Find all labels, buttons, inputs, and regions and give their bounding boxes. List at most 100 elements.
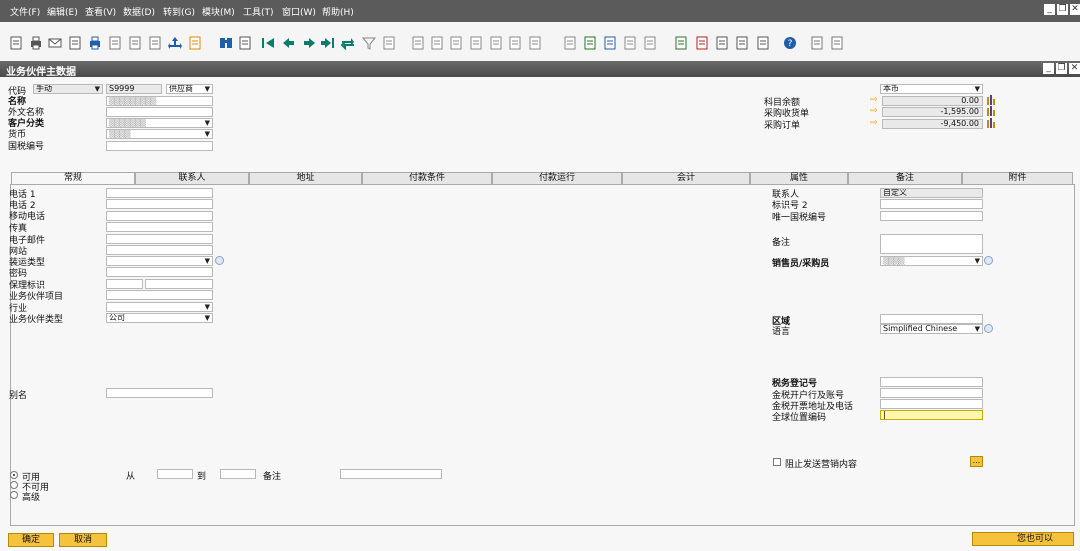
export-icon[interactable] — [108, 36, 122, 50]
code-field[interactable]: S9999 — [106, 84, 162, 94]
tab-accounting[interactable]: 会计 — [622, 172, 750, 184]
pencil-doc-icon[interactable] — [603, 36, 617, 50]
group-select[interactable]: ▒▒▒▒▒▒▒ ▼ — [106, 118, 213, 128]
email-field[interactable] — [106, 234, 213, 244]
report-icon[interactable] — [695, 36, 709, 50]
fax-field[interactable] — [106, 222, 213, 232]
website-field[interactable] — [106, 245, 213, 255]
tab-payment-terms[interactable]: 付款条件 — [362, 172, 492, 184]
code-mode-select[interactable]: 手动 ▼ — [33, 84, 103, 94]
next-icon[interactable] — [303, 36, 317, 50]
window-icon[interactable] — [810, 36, 824, 50]
ok-button[interactable]: 确定 — [8, 533, 54, 547]
currency-select[interactable]: ▒▒▒▒ ▼ — [106, 129, 213, 139]
msg-icon[interactable] — [623, 36, 637, 50]
help-icon[interactable]: ? — [783, 36, 797, 50]
window2-icon[interactable] — [830, 36, 844, 50]
menu-window[interactable]: 窗口(W) — [282, 5, 316, 18]
edit-icon[interactable] — [563, 36, 577, 50]
print-icon[interactable] — [29, 36, 43, 50]
link-arrow-icon[interactable]: ⇨ — [870, 95, 878, 105]
to-date-field[interactable] — [220, 469, 256, 479]
trace2-icon[interactable] — [528, 36, 542, 50]
tax-id-field[interactable] — [106, 141, 213, 151]
tab-properties[interactable]: 属性 — [750, 172, 848, 184]
email-icon[interactable] — [48, 36, 62, 50]
tab-remarks[interactable]: 备注 — [848, 172, 962, 184]
menu-modules[interactable]: 模块(M) — [202, 5, 235, 18]
currency-view-select[interactable]: 本币 ▼ — [880, 84, 983, 94]
tab-addresses[interactable]: 地址 — [249, 172, 362, 184]
tab-contacts[interactable]: 联系人 — [135, 172, 249, 184]
phone1-field[interactable] — [106, 188, 213, 198]
tax-reg-no-field[interactable] — [880, 377, 983, 387]
industry-select[interactable]: ▼ — [106, 302, 213, 312]
alias-field[interactable] — [106, 388, 213, 398]
also-can-button[interactable]: 您也可以 — [972, 532, 1074, 546]
from-date-field[interactable] — [157, 469, 193, 479]
name-field[interactable]: ▒▒▒▒▒▒▒▒▒ — [106, 96, 213, 106]
password-field[interactable] — [106, 267, 213, 277]
trace-icon[interactable] — [508, 36, 522, 50]
bp-type-select[interactable]: 公司 ▼ — [106, 313, 213, 323]
doc2-icon[interactable] — [148, 36, 162, 50]
sales-employee-select[interactable]: ▒▒▒▒ ▼ — [880, 256, 983, 266]
unique-tax-no-field[interactable] — [880, 211, 983, 221]
link-arrow-icon[interactable]: ⇨ — [870, 118, 878, 128]
shipping-type-select[interactable]: ▼ — [106, 256, 213, 266]
minimize-icon[interactable]: _ — [1043, 63, 1054, 74]
remarks-field[interactable] — [880, 234, 983, 254]
query-icon[interactable] — [188, 36, 202, 50]
menu-edit[interactable]: 编辑(E) — [47, 5, 78, 18]
last-icon[interactable] — [321, 36, 335, 50]
mobile-field[interactable] — [106, 211, 213, 221]
users-icon[interactable] — [756, 36, 770, 50]
status-remarks-field[interactable] — [340, 469, 442, 479]
advanced-radio[interactable] — [10, 491, 18, 499]
menu-data[interactable]: 数据(D) — [123, 5, 155, 18]
territory-field[interactable] — [880, 314, 983, 324]
tab-payment-run[interactable]: 付款运行 — [492, 172, 622, 184]
foreign-name-field[interactable] — [106, 107, 213, 117]
ellipsis-button[interactable]: ... — [970, 456, 983, 467]
tax-bank-account-field[interactable] — [880, 388, 983, 398]
paste-icon[interactable] — [430, 36, 444, 50]
fax-icon[interactable] — [68, 36, 82, 50]
bar-chart-icon[interactable] — [987, 106, 997, 116]
calc-icon[interactable] — [674, 36, 688, 50]
bp-type-select[interactable]: 供应商 ▼ — [166, 84, 213, 94]
menu-tools[interactable]: 工具(T) — [243, 5, 274, 18]
language-select[interactable]: Simplified Chinese ▼ — [880, 324, 983, 334]
bar-chart-icon[interactable] — [987, 118, 997, 128]
bp-project-field[interactable] — [106, 290, 213, 300]
info-icon[interactable] — [984, 256, 993, 265]
base-doc-icon[interactable] — [449, 36, 463, 50]
minimize-icon[interactable]: _ — [1044, 4, 1055, 15]
block-marketing-checkbox[interactable] — [773, 458, 781, 466]
list-icon[interactable] — [238, 36, 252, 50]
copy-icon[interactable] — [411, 36, 425, 50]
factoring-field-2[interactable] — [145, 279, 213, 289]
factoring-field-1[interactable] — [106, 279, 143, 289]
link-arrow-icon[interactable]: ⇨ — [870, 106, 878, 116]
find-icon[interactable] — [219, 36, 233, 50]
restore-icon[interactable]: ❐ — [1057, 4, 1068, 15]
refresh-icon[interactable] — [340, 36, 355, 51]
move-icon[interactable] — [168, 36, 182, 50]
active-radio[interactable] — [10, 471, 18, 479]
tree-icon[interactable] — [735, 36, 749, 50]
doc-icon[interactable] — [128, 36, 142, 50]
close-icon[interactable]: ✕ — [1069, 63, 1080, 74]
print-color-icon[interactable] — [88, 36, 102, 50]
first-icon[interactable] — [261, 36, 275, 50]
gross-icon[interactable] — [489, 36, 503, 50]
info-icon[interactable] — [215, 256, 224, 265]
cancel-button[interactable]: 取消 — [59, 533, 107, 547]
restore-icon[interactable]: ❐ — [1056, 63, 1067, 74]
menu-goto[interactable]: 转到(G) — [163, 5, 195, 18]
msg2-icon[interactable] — [643, 36, 657, 50]
id-no2-field[interactable] — [880, 199, 983, 209]
prev-icon[interactable] — [281, 36, 295, 50]
close-icon[interactable]: ✕ — [1070, 4, 1080, 15]
phone2-field[interactable] — [106, 199, 213, 209]
